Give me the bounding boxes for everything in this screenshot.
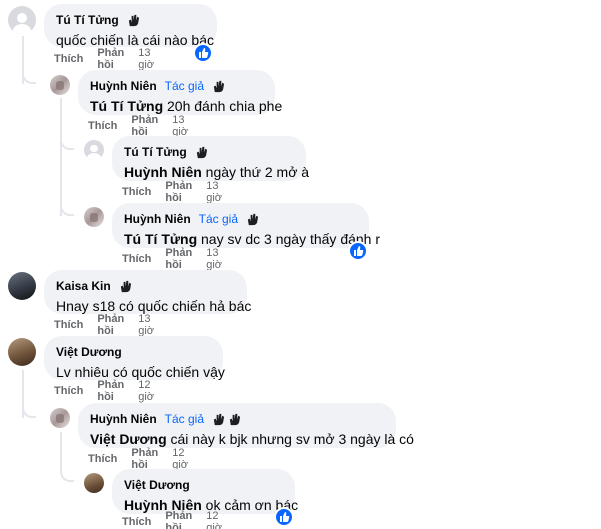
reply-button[interactable]: Phản hồi: [97, 313, 124, 337]
comment-text: Huỳnh Niên ok cảm ơn bác: [124, 496, 298, 514]
tile-avatar[interactable]: [84, 207, 104, 227]
thread-line: [60, 432, 62, 468]
comment-text: Lv nhiêu có quốc chiến vậy: [56, 364, 225, 380]
comment-time[interactable]: 12 giờ: [172, 447, 188, 471]
thread-connector: [22, 404, 36, 418]
comment-actions: Thích Phản hồi 13 giờ: [122, 180, 222, 204]
comment-text: Việt Dương cái này k bjk nhưng sv mở 3 n…: [90, 430, 414, 448]
comment-body: ngày thứ 2 mở à: [205, 164, 310, 180]
reply-button[interactable]: Phản hồi: [97, 379, 124, 403]
glove-icon: [247, 213, 259, 225]
comment-time[interactable]: 13 giờ: [206, 247, 222, 271]
comment-text: Tú Tí Tửng 20h đánh chia phe: [90, 97, 282, 115]
commenter-name[interactable]: Huỳnh Niên: [90, 412, 157, 426]
commenter-name[interactable]: Việt Dương: [56, 345, 122, 359]
reply-button[interactable]: Phản hồi: [165, 247, 192, 271]
reply-button[interactable]: Phản hồi: [165, 180, 192, 204]
comment-bubble: Tú Tí Tửng quốc chiến là cái nào bác: [44, 4, 217, 48]
comment-actions: Thích Phản hồi 13 giờ: [122, 247, 222, 271]
thread-connector: [60, 136, 74, 150]
like-button[interactable]: Thích: [54, 385, 83, 397]
comment-actions: Thích Phản hồi 13 giờ: [88, 114, 188, 138]
default-avatar[interactable]: [8, 6, 36, 34]
like-button[interactable]: Thích: [122, 253, 151, 265]
comment-actions: Thích Phản hồi 13 giờ: [54, 313, 154, 337]
glove-icon: [128, 14, 139, 26]
glove-icon: [213, 80, 225, 92]
glove-icon: [213, 413, 225, 425]
like-button[interactable]: Thích: [54, 53, 83, 65]
mention-link[interactable]: Tú Tí Tửng: [124, 231, 197, 247]
comment-bubble: Việt Dương Lv nhiêu có quốc chiến vậy: [44, 336, 225, 380]
reply-button[interactable]: Phản hồi: [97, 47, 124, 71]
glove-icon: [120, 280, 131, 292]
author-badge: Tác giả: [164, 412, 205, 426]
comment-time[interactable]: 13 giờ: [206, 180, 222, 204]
comment-actions: Thích Phản hồi 12 giờ: [88, 447, 188, 471]
glove-icon: [196, 146, 207, 158]
comment-time[interactable]: 13 giờ: [138, 47, 154, 71]
comment-actions: Thích Phản hồi 12 giờ: [54, 379, 154, 403]
like-button[interactable]: Thích: [122, 516, 151, 528]
comment-body: cái này k bjk nhưng sv mở 3 ngày là có: [170, 431, 414, 447]
like-button[interactable]: Thích: [88, 120, 117, 132]
like-reaction-icon[interactable]: [274, 507, 294, 527]
like-button[interactable]: Thích: [122, 186, 151, 198]
mention-link[interactable]: Huỳnh Niên: [124, 164, 202, 180]
comment-time[interactable]: 13 giờ: [172, 114, 188, 138]
comment-bubble: Kaisa Kin Hnay s18 có quốc chiến hả bác: [44, 270, 251, 314]
commenter-name[interactable]: Huỳnh Niên: [90, 79, 157, 93]
comment-bubble: Huỳnh Niên Tác giả Việt Dương cái này k …: [78, 403, 414, 448]
reply-button[interactable]: Phản hồi: [165, 510, 192, 529]
commenter-name[interactable]: Tú Tí Tửng: [124, 145, 187, 159]
comment-bubble: Tú Tí Tửng Huỳnh Niên ngày thứ 2 mở à: [112, 136, 309, 181]
like-button[interactable]: Thích: [54, 319, 83, 331]
comment-bubble: Huỳnh Niên Tác giả Tú Tí Tửng nay sv dc …: [112, 203, 380, 248]
comment-text: quốc chiến là cái nào bác: [56, 32, 214, 48]
like-reaction-icon[interactable]: [348, 241, 368, 261]
comment-time[interactable]: 12 giờ: [206, 510, 222, 529]
photo-avatar[interactable]: [84, 473, 104, 493]
comment-time[interactable]: 13 giờ: [138, 313, 154, 337]
dark-avatar[interactable]: [8, 272, 36, 300]
reply-button[interactable]: Phản hồi: [131, 447, 158, 471]
commenter-name[interactable]: Huỳnh Niên: [124, 212, 191, 226]
like-button[interactable]: Thích: [88, 453, 117, 465]
thread-connector: [60, 468, 74, 482]
tile-avatar[interactable]: [50, 408, 70, 428]
commenter-name[interactable]: Kaisa Kin: [56, 279, 111, 293]
tile-avatar[interactable]: [50, 75, 70, 95]
comment-text: Huỳnh Niên ngày thứ 2 mở à: [124, 163, 309, 181]
mention-link[interactable]: Tú Tí Tửng: [90, 98, 163, 114]
thread-line: [60, 98, 62, 216]
commenter-name[interactable]: Việt Dương: [124, 478, 190, 492]
thread-connector: [22, 70, 36, 84]
like-reaction-icon[interactable]: [193, 43, 213, 63]
comment-time[interactable]: 12 giờ: [138, 379, 154, 403]
comment-bubble: Huỳnh Niên Tác giả Tú Tí Tửng 20h đánh c…: [78, 70, 282, 115]
comment-text: Tú Tí Tửng nay sv dc 3 ngày thấy đánh r: [124, 230, 380, 248]
commenter-name[interactable]: Tú Tí Tửng: [56, 13, 119, 27]
author-badge: Tác giả: [164, 79, 205, 93]
mention-link[interactable]: Việt Dương: [90, 431, 167, 447]
comment-bubble: Việt Dương Huỳnh Niên ok cảm ơn bác: [112, 469, 298, 514]
comment-actions: Thích Phản hồi 13 giờ: [54, 47, 154, 71]
comment-actions: Thích Phản hồi 12 giờ: [122, 510, 222, 529]
glove-icon: [229, 413, 241, 425]
default-avatar[interactable]: [84, 140, 104, 160]
reply-button[interactable]: Phản hồi: [131, 114, 158, 138]
photo-avatar[interactable]: [8, 338, 36, 366]
comment-body: 20h đánh chia phe: [167, 98, 283, 114]
thread-connector: [60, 202, 74, 216]
author-badge: Tác giả: [198, 212, 239, 226]
